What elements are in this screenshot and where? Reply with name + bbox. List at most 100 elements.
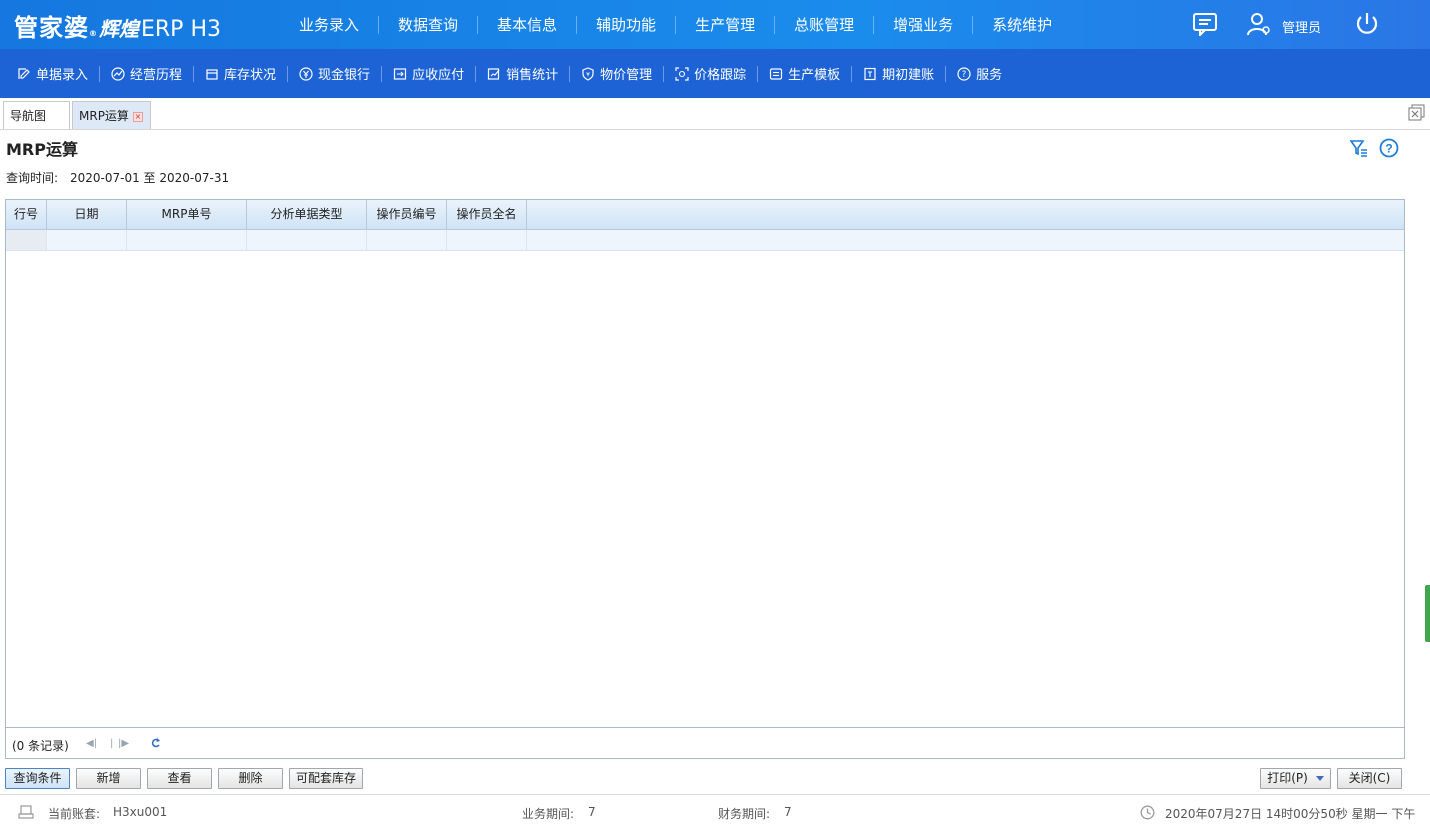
quick-nav-item[interactable]: 价格跟踪 xyxy=(664,65,759,83)
col-header-operator-name[interactable]: 操作员全名 xyxy=(447,200,527,230)
table-cell xyxy=(447,230,527,250)
edit-icon xyxy=(18,67,30,79)
page-divider: | xyxy=(110,738,114,749)
tab-strip: 导航图 MRP运算 × xyxy=(0,98,1430,130)
first-page-icon[interactable]: ◀| xyxy=(86,738,97,749)
logo-reg: ® xyxy=(89,29,97,38)
main-nav-item[interactable]: 生产管理 xyxy=(676,15,776,34)
user-icon[interactable] xyxy=(1246,12,1272,36)
quick-nav-item[interactable]: 应收应付 xyxy=(382,65,477,83)
chevron-down-icon[interactable] xyxy=(1315,776,1324,781)
table-cell xyxy=(367,230,447,250)
col-header-row-no[interactable]: 行号 xyxy=(6,200,47,230)
col-header-doc-type[interactable]: 分析单据类型 xyxy=(247,200,367,230)
price-shield-icon: ¥ xyxy=(582,66,594,81)
main-nav-item[interactable]: 业务录入 xyxy=(280,15,380,34)
business-period-label: 业务期间: xyxy=(522,807,575,821)
table-cell xyxy=(127,230,247,250)
mrp-grid: 行号 日期 MRP单号 分析单据类型 操作员编号 操作员全名 (0 条记录) ◀… xyxy=(5,199,1405,759)
svg-text:?: ? xyxy=(1385,142,1392,156)
top-bar: 管家婆 ® 辉煌 ERP H3 业务录入 数据查询 基本信息 辅助功能 生产管理 总账… xyxy=(0,0,1430,49)
finance-period-label: 财务期间: xyxy=(718,807,771,821)
tab-navigation[interactable]: 导航图 xyxy=(3,101,70,129)
quick-nav-label: 物价管理 xyxy=(600,68,653,83)
main-nav-item[interactable]: 辅助功能 xyxy=(577,15,677,34)
quick-nav-item[interactable]: 销售统计 xyxy=(476,65,571,83)
app-logo: 管家婆 ® 辉煌 ERP H3 xyxy=(14,8,221,42)
account-value: H3xu001 xyxy=(113,805,168,819)
table-row[interactable] xyxy=(6,230,1404,251)
quick-nav-item[interactable]: 经营历程 xyxy=(100,65,195,83)
quick-nav-item[interactable]: ? 服务 xyxy=(946,66,1013,83)
query-time-label: 查询时间: xyxy=(6,171,59,185)
main-nav-item[interactable]: 总账管理 xyxy=(775,15,875,34)
help-icon: ? xyxy=(957,66,971,81)
quick-nav-label: 库存状况 xyxy=(224,68,277,83)
main-nav-item[interactable]: 增强业务 xyxy=(874,15,974,34)
refresh-icon[interactable] xyxy=(151,737,161,749)
tab-label: MRP运算 xyxy=(79,109,129,123)
logo-sub: 辉煌 xyxy=(99,17,139,41)
clock-icon xyxy=(1140,805,1155,820)
quick-nav-label: 服务 xyxy=(976,68,1003,83)
account-icon xyxy=(18,805,34,819)
button-label: 可配套库存 xyxy=(295,771,356,785)
quick-nav-item[interactable]: 现金银行 xyxy=(288,65,383,83)
print-button[interactable]: 打印(P) xyxy=(1260,768,1331,789)
help-icon[interactable]: ? xyxy=(1379,138,1399,158)
side-scroll-handle[interactable] xyxy=(1425,585,1430,642)
quick-nav-label: 现金银行 xyxy=(318,68,371,83)
filter-icon[interactable] xyxy=(1350,139,1368,157)
svg-text:¥: ¥ xyxy=(586,71,590,78)
quick-nav-label: 生产模板 xyxy=(788,68,841,83)
quick-nav-bar: 单据录入 经营历程 库存状况 现金银行 应收应付 销售统计 ¥ 物价管理 价格跟踪 生产模板 期初建… xyxy=(0,49,1430,98)
quick-nav-label: 单据录入 xyxy=(36,68,89,83)
business-period-value: 7 xyxy=(588,805,596,819)
query-time-value: 2020-07-01 至 2020-07-31 xyxy=(70,171,230,185)
table-cell xyxy=(47,230,127,250)
delete-button[interactable]: 删除 xyxy=(218,768,283,789)
message-icon[interactable] xyxy=(1192,12,1218,36)
page-title: MRP运算 xyxy=(6,140,78,159)
close-tab-icon[interactable]: × xyxy=(132,111,143,122)
available-stock-button[interactable]: 可配套库存 xyxy=(289,768,363,789)
main-nav-item[interactable]: 基本信息 xyxy=(478,15,578,34)
quick-nav-item[interactable]: 单据录入 xyxy=(6,65,101,83)
main-nav-item[interactable]: 数据查询 xyxy=(379,15,479,34)
quick-nav-label: 期初建账 xyxy=(882,68,935,83)
power-icon[interactable] xyxy=(1354,11,1380,37)
quick-nav-item[interactable]: ¥ 物价管理 xyxy=(570,65,665,83)
quick-nav-label: 应收应付 xyxy=(412,68,465,83)
next-page-icon[interactable]: |▶ xyxy=(118,738,129,749)
query-conditions-button[interactable]: 查询条件 xyxy=(5,768,70,789)
status-bar: 当前账套: H3xu001 业务期间: 7 财务期间: 7 2020年07月27… xyxy=(0,794,1430,827)
table-cell xyxy=(247,230,367,250)
quick-nav-label: 销售统计 xyxy=(506,68,559,83)
add-button[interactable]: 新增 xyxy=(76,768,141,789)
close-button[interactable]: 关闭(C) xyxy=(1337,768,1402,789)
view-button[interactable]: 查看 xyxy=(147,768,212,789)
finance-period-value: 7 xyxy=(784,805,792,819)
button-label: 打印(P) xyxy=(1267,771,1308,785)
close-all-tabs-icon[interactable] xyxy=(1408,104,1426,122)
receivable-icon xyxy=(393,67,407,80)
col-header-mrp-no[interactable]: MRP单号 xyxy=(127,200,247,230)
tab-mrp[interactable]: MRP运算 × xyxy=(72,101,151,129)
quick-nav-item[interactable]: 期初建账 xyxy=(852,65,947,83)
main-nav-item[interactable]: 系统维护 xyxy=(973,16,1071,34)
col-header-operator-id[interactable]: 操作员编号 xyxy=(367,200,447,230)
opening-account-icon xyxy=(864,67,876,80)
tab-label: 导航图 xyxy=(10,109,47,123)
quick-nav-label: 经营历程 xyxy=(130,68,183,83)
grid-footer: (0 条记录) ◀| | |▶ xyxy=(6,727,1404,758)
quick-nav-item[interactable]: 生产模板 xyxy=(758,65,853,83)
main-nav: 业务录入 数据查询 基本信息 辅助功能 生产管理 总账管理 增强业务 系统维护 xyxy=(280,0,1071,49)
datetime: 2020年07月27日 14时00分50秒 星期一 下午 xyxy=(1165,807,1416,821)
quick-nav-item[interactable]: 库存状况 xyxy=(194,65,289,83)
col-header-date[interactable]: 日期 xyxy=(47,200,127,230)
username[interactable]: 管理员 xyxy=(1282,17,1321,36)
sales-chart-icon xyxy=(487,67,500,80)
inventory-icon xyxy=(206,68,218,80)
table-cell xyxy=(6,230,47,250)
price-track-icon xyxy=(675,66,689,81)
